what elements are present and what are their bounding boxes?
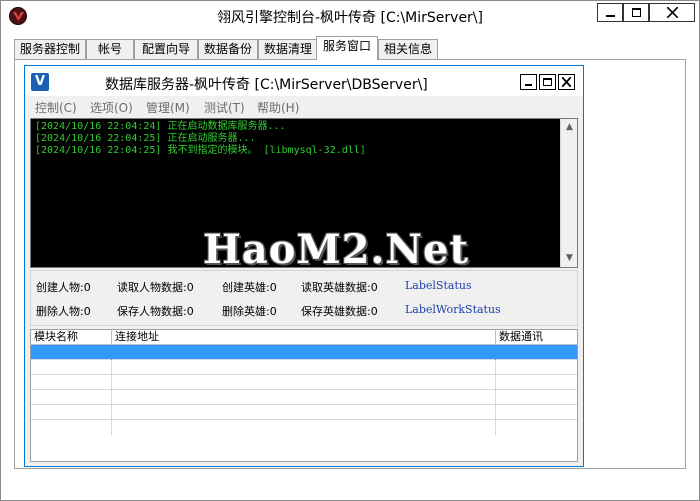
menu-help[interactable]: 帮助(H) <box>257 99 299 116</box>
tab-account[interactable]: 帐号 <box>86 39 134 59</box>
stat-delete-char: 删除人物:0 <box>36 305 91 318</box>
menu-test[interactable]: 测试(T) <box>204 99 245 116</box>
status-panel: 创建人物:0 读取人物数据:0 创建英雄:0 读取英雄数据:0 LabelSta… <box>30 270 578 326</box>
maximize-icon <box>543 78 552 86</box>
close-button[interactable] <box>649 3 695 22</box>
menu-bar: 控制(C) 选项(O) 管理(M) 测试(T) 帮助(H) <box>25 96 583 116</box>
minimize-icon <box>606 15 615 17</box>
log-line: [2024/10/16 22:04:25] 正在启动服务器... <box>35 133 256 144</box>
scroll-down-icon[interactable]: ▼ <box>565 254 574 263</box>
table-cell <box>112 420 496 435</box>
table-header: 模块名称 连接地址 数据通讯 <box>31 330 577 345</box>
stat-create-char: 创建人物:0 <box>36 281 91 294</box>
column-header-module[interactable]: 模块名称 <box>31 330 112 345</box>
child-maximize-button[interactable] <box>539 74 556 90</box>
tab-related-info[interactable]: 相关信息 <box>378 39 438 59</box>
table-row[interactable] <box>31 345 577 360</box>
module-table[interactable]: 模块名称 连接地址 数据通讯 <box>30 329 578 462</box>
stat-delete-hero: 删除英雄:0 <box>222 305 277 318</box>
log-scrollbar[interactable]: ▲ ▼ <box>560 119 577 267</box>
table-row[interactable] <box>31 375 577 390</box>
table-cell <box>31 360 112 375</box>
child-close-button[interactable] <box>558 74 575 90</box>
stat-create-hero: 创建英雄:0 <box>222 281 277 294</box>
main-window: 翎风引擎控制台-枫叶传奇 [C:\MirServer\] 服务器控制 帐号 配置… <box>0 0 700 501</box>
table-cell <box>112 360 496 375</box>
table-cell <box>112 375 496 390</box>
table-cell <box>31 420 112 435</box>
v-logo-icon[interactable]: V <box>31 73 49 91</box>
table-cell <box>112 405 496 420</box>
table-row[interactable] <box>31 360 577 375</box>
watermark-text: HaoM2.Net <box>203 226 469 273</box>
stat-read-char: 读取人物数据:0 <box>117 281 194 294</box>
table-row[interactable] <box>31 420 577 435</box>
menu-options[interactable]: 选项(O) <box>90 99 133 116</box>
db-server-window: V 数据库服务器-枫叶传奇 [C:\MirServer\DBServer\] 控… <box>24 65 584 467</box>
child-window-title: 数据库服务器-枫叶传奇 [C:\MirServer\DBServer\] <box>105 77 428 93</box>
column-header-address[interactable]: 连接地址 <box>112 330 496 345</box>
minimize-icon <box>525 84 532 86</box>
stat-save-hero: 保存英雄数据:0 <box>301 305 378 318</box>
table-cell <box>112 390 496 405</box>
table-cell <box>31 345 112 360</box>
minimize-button[interactable] <box>597 3 623 22</box>
table-cell <box>31 375 112 390</box>
window-title: 翎风引擎控制台-枫叶传奇 [C:\MirServer\] <box>217 10 483 26</box>
title-bar[interactable]: 翎风引擎控制台-枫叶传奇 [C:\MirServer\] <box>1 1 699 32</box>
table-cell <box>31 405 112 420</box>
label-work-status: LabelWorkStatus <box>405 303 501 316</box>
label-status: LabelStatus <box>405 279 472 292</box>
child-minimize-button[interactable] <box>520 74 537 90</box>
log-line: [2024/10/16 22:04:25] 我不到指定的模块。 [libmysq… <box>35 145 366 156</box>
tab-data-backup[interactable]: 数据备份 <box>198 39 258 59</box>
maximize-icon <box>632 8 641 17</box>
table-cell <box>31 390 112 405</box>
menu-manage[interactable]: 管理(M) <box>146 99 190 116</box>
maximize-button[interactable] <box>623 3 649 22</box>
table-cell <box>112 345 496 360</box>
child-title-bar[interactable]: V 数据库服务器-枫叶传奇 [C:\MirServer\DBServer\] <box>25 66 583 96</box>
stat-save-char: 保存人物数据:0 <box>117 305 194 318</box>
close-icon <box>562 77 571 87</box>
menu-control[interactable]: 控制(C) <box>35 99 77 116</box>
column-header-comm[interactable]: 数据通讯 <box>496 330 577 345</box>
tab-server-control[interactable]: 服务器控制 <box>14 39 86 59</box>
scroll-up-icon[interactable]: ▲ <box>565 123 574 132</box>
tab-config-wizard[interactable]: 配置向导 <box>134 39 198 59</box>
table-row[interactable] <box>31 405 577 420</box>
tab-data-cleanup[interactable]: 数据清理 <box>258 39 318 59</box>
log-line: [2024/10/16 22:04:24] 正在启动数据库服务器... <box>35 121 286 132</box>
table-row[interactable] <box>31 390 577 405</box>
tab-service-window[interactable]: 服务窗口 <box>316 36 378 60</box>
stat-read-hero: 读取英雄数据:0 <box>301 281 378 294</box>
close-icon <box>667 7 678 18</box>
